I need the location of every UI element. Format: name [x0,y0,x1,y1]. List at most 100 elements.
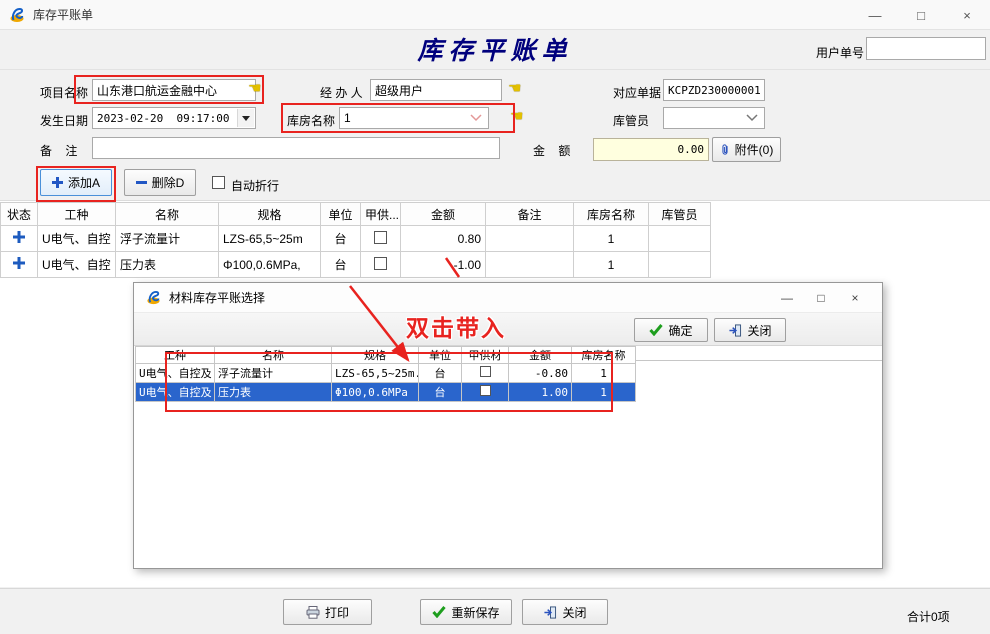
inventory-balance-window: 库存平账单 — □ × 库存平账单 用户单号 项目名称 山东港口航运金融中心 ☚… [0,0,990,634]
hand-picker-icon[interactable]: ☚ [248,81,261,96]
date-label: 发生日期 [40,112,88,129]
col-spec[interactable]: 规格 [332,347,419,364]
cell-warehouse[interactable]: 1 [574,226,649,252]
close-action-button[interactable]: 关闭 [522,599,608,625]
chevron-down-icon[interactable] [746,114,758,122]
col-name[interactable]: 名称 [215,347,332,364]
dialog-maximize-button[interactable]: □ [804,283,838,313]
col-status[interactable]: 状态 [1,203,38,226]
row-status-plus-icon[interactable] [1,252,38,278]
attachment-button[interactable]: 附件(0) [712,137,781,162]
cell-amount[interactable]: 0.80 [401,226,486,252]
cell-spec[interactable]: Φ100,0.6MPa [332,383,419,402]
cell-unit[interactable]: 台 [419,383,462,402]
cell-trade[interactable]: U电气、自控 [38,226,116,252]
save-button[interactable]: 重新保存 [420,599,512,625]
col-owner-supplied[interactable]: 甲供材 [462,347,509,364]
paperclip-icon [720,143,730,156]
doc-no-input[interactable]: KCPZD230000001 [663,79,765,101]
cell-amount[interactable]: -0.80 [509,364,572,383]
cell-warehouse[interactable]: 1 [572,364,636,383]
cell-remark[interactable] [486,252,574,278]
exit-door-icon [728,324,742,337]
maximize-button[interactable]: □ [898,0,944,30]
col-owner-supplied[interactable]: 甲供... [361,203,401,226]
table-row[interactable]: U电气、自控 浮子流量计 LZS-65,5~25m 台 0.80 1 [1,226,711,252]
keeper-combo[interactable] [663,107,765,129]
col-remark[interactable]: 备注 [486,203,574,226]
dialog-minimize-button[interactable]: — [770,283,804,313]
date-dropdown-button[interactable] [237,109,254,127]
cell-spec[interactable]: LZS-65,5~25m. [332,364,419,383]
table-row[interactable]: U电气、自控及 浮子流量计 LZS-65,5~25m. 台 -0.80 1 [136,364,636,383]
cell-unit[interactable]: 台 [321,226,361,252]
project-input[interactable]: 山东港口航运金融中心 [92,79,256,101]
remark-input[interactable] [92,137,500,159]
amount-label: 金 额 [533,142,570,159]
window-title: 库存平账单 [33,6,93,23]
main-table-header-row: 状态 工种 名称 规格 单位 甲供... 金额 备注 库房名称 库管员 [1,203,711,226]
cell-trade[interactable]: U电气、自控及 [136,364,215,383]
hand-picker-icon[interactable]: ☚ [508,81,521,96]
warehouse-combo[interactable]: 1 [339,107,489,129]
autowrap-checkbox[interactable] [212,176,225,189]
cell-spec[interactable]: Φ100,0.6MPa, [219,252,321,278]
cell-owner-supplied-checkbox[interactable] [361,226,401,252]
col-amount[interactable]: 金额 [401,203,486,226]
doc-no-label: 对应单据 [613,84,661,101]
cell-keeper[interactable] [649,226,711,252]
chevron-down-icon[interactable] [470,114,482,122]
cell-amount[interactable]: -1.00 [401,252,486,278]
col-warehouse[interactable]: 库房名称 [572,347,636,364]
cell-name[interactable]: 浮子流量计 [116,226,219,252]
cell-spec[interactable]: LZS-65,5~25m [219,226,321,252]
amount-input[interactable]: 0.00 [593,138,709,161]
cell-warehouse[interactable]: 1 [572,383,636,402]
cell-trade[interactable]: U电气、自控及 [136,383,215,402]
cell-amount[interactable]: 1.00 [509,383,572,402]
close-button[interactable]: × [944,0,990,30]
minimize-button[interactable]: — [852,0,898,30]
dialog-items-table: 工种 名称 规格 单位 甲供材 金额 库房名称 U电气、自控及 浮子流量计 LZ… [135,346,636,402]
col-unit[interactable]: 单位 [419,347,462,364]
dialog-title: 材料库存平账选择 [169,289,265,306]
date-combo[interactable]: 2023-02-20 09:17:00 [92,107,256,129]
dialog-titlebar: 材料库存平账选择 — □ × [134,283,882,313]
col-spec[interactable]: 规格 [219,203,321,226]
ok-button[interactable]: 确定 [634,318,708,342]
table-row[interactable]: U电气、自控 压力表 Φ100,0.6MPa, 台 -1.00 1 [1,252,711,278]
dialog-close-action-button[interactable]: 关闭 [714,318,786,342]
delete-button[interactable]: 删除D [124,169,196,196]
table-row-selected[interactable]: U电气、自控及 压力表 Φ100,0.6MPa 台 1.00 1 [136,383,636,402]
dialog-table-header-row: 工种 名称 规格 单位 甲供材 金额 库房名称 [136,347,636,364]
cell-owner-supplied-checkbox[interactable] [462,364,509,383]
user-no-input[interactable] [866,37,986,60]
dialog-close-button[interactable]: × [838,283,872,313]
cell-unit[interactable]: 台 [419,364,462,383]
cell-name[interactable]: 压力表 [215,383,332,402]
col-keeper[interactable]: 库管员 [649,203,711,226]
user-no-label: 用户单号 [816,44,864,61]
col-unit[interactable]: 单位 [321,203,361,226]
hand-picker-icon[interactable]: ☚ [510,109,523,124]
col-warehouse[interactable]: 库房名称 [574,203,649,226]
main-items-table: 状态 工种 名称 规格 单位 甲供... 金额 备注 库房名称 库管员 U电气、… [0,202,711,278]
col-amount[interactable]: 金额 [509,347,572,364]
cell-trade[interactable]: U电气、自控 [38,252,116,278]
printer-icon [306,606,320,619]
cell-owner-supplied-checkbox[interactable] [361,252,401,278]
col-trade[interactable]: 工种 [136,347,215,364]
cell-name[interactable]: 压力表 [116,252,219,278]
add-button[interactable]: 添加A [40,169,112,196]
handler-input[interactable]: 超级用户 [370,79,502,101]
cell-name[interactable]: 浮子流量计 [215,364,332,383]
cell-unit[interactable]: 台 [321,252,361,278]
cell-owner-supplied-checkbox[interactable] [462,383,509,402]
cell-warehouse[interactable]: 1 [574,252,649,278]
col-name[interactable]: 名称 [116,203,219,226]
col-trade[interactable]: 工种 [38,203,116,226]
print-button[interactable]: 打印 [283,599,372,625]
row-status-plus-icon[interactable] [1,226,38,252]
cell-remark[interactable] [486,226,574,252]
cell-keeper[interactable] [649,252,711,278]
